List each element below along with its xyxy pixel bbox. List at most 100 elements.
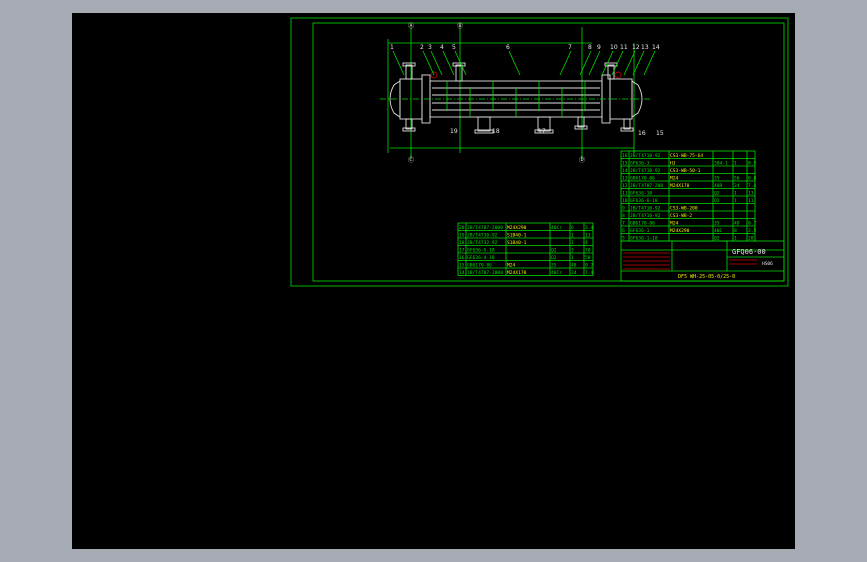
bom-cell-name: HJ xyxy=(670,160,676,166)
callout-label: 6 xyxy=(506,44,510,51)
bom-cell-name: M24X290 xyxy=(670,228,690,234)
bom-cell-name: M24 xyxy=(670,220,679,226)
bom-cell-no: 10 xyxy=(622,198,628,204)
callout-label: 10 xyxy=(610,44,618,51)
bom-cell-mass: 13 xyxy=(748,190,754,196)
bom-cell-no: 9 xyxy=(622,205,625,211)
bom-cell-no: 16 xyxy=(622,153,628,159)
bom-cell-no: 11 xyxy=(622,190,628,196)
bom-cell-mass: 0.8 xyxy=(748,175,757,181)
bom-cell-no: 15 xyxy=(459,262,465,268)
callout-label: 7 xyxy=(568,44,572,51)
bom-cell-mat: 56 xyxy=(734,175,740,181)
callout-label: 14 xyxy=(652,44,660,51)
bom-cell-code: GB6170-86 xyxy=(630,220,655,226)
callout-label: 5 xyxy=(452,44,456,51)
bom-cell-qty: 40Cr xyxy=(551,225,562,231)
bom-cell-qty: Q2 xyxy=(714,190,720,196)
callout-label: 2 xyxy=(420,44,424,51)
bom-table-upper: 16 JB/T4710-92 CS3-WB-75-6415 GF636-3 HJ 304-… xyxy=(620,150,757,242)
bom-cell-mass: 2.5 xyxy=(748,228,757,234)
callout-label: 8 xyxy=(588,44,592,51)
bom-cell-no: 12 xyxy=(622,183,628,189)
bom-cell-mat: 1 xyxy=(734,190,737,196)
small-code: HS06 xyxy=(762,261,773,267)
nozzle-mark: Ⓐ xyxy=(408,22,414,30)
bom-cell-name: S1B40-1 xyxy=(507,240,527,246)
callout-label: 19 xyxy=(450,128,458,135)
bom-cell-qty: 35 xyxy=(551,262,557,268)
callout-label: 13 xyxy=(641,44,649,51)
bom-cell-code: GF636-3 xyxy=(630,160,650,166)
bom-cell-qty: 40Cr xyxy=(551,270,562,276)
bom-cell-code: GF636-1-18 xyxy=(630,235,658,241)
bom-cell-mat: 6 xyxy=(571,225,574,231)
bom-cell-no: 8 xyxy=(622,213,625,219)
bom-cell-code: JB/T4710-92 xyxy=(630,213,661,219)
callout-label: 12 xyxy=(632,44,640,51)
callout-label: 15 xyxy=(656,130,664,137)
bom-cell-name: M24 xyxy=(670,175,679,181)
bom-cell-mat: 1 xyxy=(571,240,574,246)
bom-cell-name: CS3-WB-50-1 xyxy=(670,168,701,174)
bom-cell-name: M24 xyxy=(507,262,516,268)
bom-cell-code: JB/T4707-200 xyxy=(630,183,663,189)
bom-cell-mat: 3 xyxy=(571,247,574,253)
bom-cell-mass: 11 xyxy=(748,198,754,204)
bom-cell-no: 14 xyxy=(459,270,465,276)
bom-cell-name: CS3-WB-2 xyxy=(670,213,692,219)
bom-cell-no: 16 xyxy=(459,255,465,261)
title-block: GFQ06-00 HS06 DF5 WH-25-05-0/25-0 xyxy=(620,240,785,282)
bom-cell-code: JB/T4710-92 xyxy=(467,232,498,238)
bom-cell-mass: 50 xyxy=(585,255,591,261)
bom-cell-code: GB6170-86 xyxy=(467,262,492,268)
bom-cell-mass: 7.4 xyxy=(585,270,594,276)
callout-label: 1 xyxy=(390,44,394,51)
bom-cell-qty: 35 xyxy=(714,220,720,226)
bom-cell-mass: 8.5 xyxy=(748,160,757,166)
cad-drawing: 1 2 3 4 5 6 7 8 9 10 11 12 13 1419 18 17 16 15Ⓐ ⒷⒸ Ⓓ 16 JB/T… xyxy=(290,17,789,287)
bom-cell-code: GF636-4-18 xyxy=(467,255,495,261)
nozzle-mark: Ⓓ xyxy=(579,156,585,164)
bom-cell-mat: 24 xyxy=(734,183,740,189)
callout-label: 11 xyxy=(620,44,628,51)
bom-table-lower: 20 JB/T4707-2000 M24X290 40Cr 6 3.419 JB/T4710… xyxy=(457,222,594,276)
bom-cell-name: M24X170 xyxy=(507,270,527,276)
bom-cell-mass: 0.7 xyxy=(748,220,757,226)
bom-cell-no: 13 xyxy=(622,175,628,181)
bom-cell-code: GF636-18 xyxy=(630,190,652,196)
bom-cell-mass: 4 xyxy=(585,240,588,246)
bom-cell-mass: 13 xyxy=(585,232,591,238)
heat-exchanger-drawing xyxy=(380,62,652,134)
bom-cell-code: JB/T4707-2000 xyxy=(467,225,503,231)
bom-cell-qty: 304-1 xyxy=(714,160,728,166)
bom-cell-mass: 3.4 xyxy=(585,225,594,231)
bom-cell-name: M24X170 xyxy=(670,183,690,189)
bom-cell-qty: 35 xyxy=(714,175,720,181)
bom-cell-mat: 24 xyxy=(571,270,577,276)
bom-cell-name: CS3-WB-200 xyxy=(670,205,698,211)
title-code: GFQ06-00 xyxy=(732,248,766,256)
bom-cell-no: 7 xyxy=(622,220,625,226)
callout-label: 9 xyxy=(597,44,601,51)
bom-cell-mat: 1 xyxy=(734,160,737,166)
bom-cell-no: 18 xyxy=(459,240,465,246)
drawing-number: DF5 WH-25-05-0/25-0 xyxy=(678,274,735,280)
bom-cell-qty: Q2 xyxy=(551,255,557,261)
bom-cell-no: 5 xyxy=(622,235,625,241)
bom-cell-qty: 40C xyxy=(714,228,723,234)
bom-cell-no: 14 xyxy=(622,168,628,174)
nozzles xyxy=(402,62,634,132)
bom-cell-qty: Q2 xyxy=(551,247,557,253)
bom-cell-no: 19 xyxy=(459,232,465,238)
bom-cell-no: 17 xyxy=(459,247,465,253)
bom-cell-mass: 7.4 xyxy=(748,183,757,189)
bom-cell-no: 6 xyxy=(622,228,625,234)
bom-cell-mass: 20 xyxy=(748,235,754,241)
bom-cell-mass: 70 xyxy=(585,247,591,253)
callout-label: 17 xyxy=(538,128,546,135)
bom-cell-mat: 48 xyxy=(571,262,577,268)
cad-drawing-canvas[interactable]: 1 2 3 4 5 6 7 8 9 10 11 12 13 14 19 18 17 16 15 Ⓐ Ⓑ Ⓒ Ⓓ 16 JB/T… xyxy=(72,13,795,549)
bom-cell-code: GF636-1 xyxy=(630,228,650,234)
bom-cell-mat: 1 xyxy=(734,198,737,204)
